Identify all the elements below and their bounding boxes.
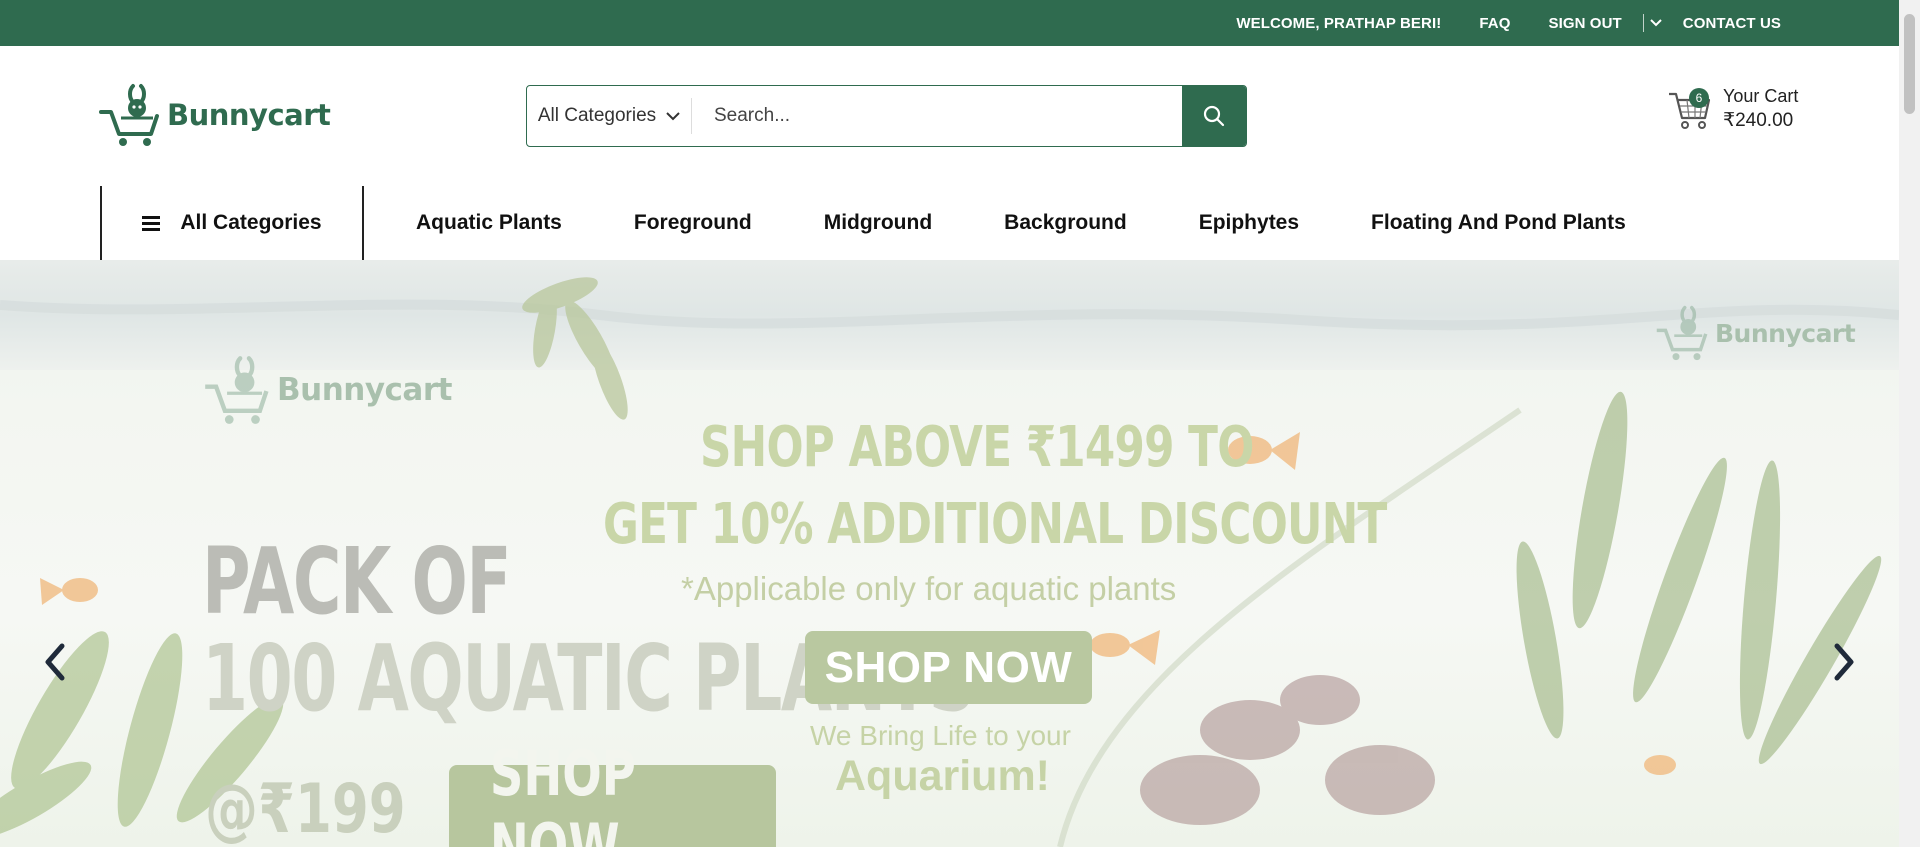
brand-name: Bunnycart	[167, 98, 331, 132]
pack-price: @₹199	[205, 770, 406, 847]
bunny-cart-logo-icon	[99, 84, 159, 146]
hero-logo-left: Bunnycart	[203, 353, 452, 427]
search-bar: All Categories	[526, 85, 1247, 147]
chevron-right-icon	[1834, 643, 1854, 681]
main-nav: All Categories Aquatic Plants Foreground…	[0, 176, 1899, 260]
nav-item-aquatic-plants[interactable]: Aquatic Plants	[388, 211, 590, 235]
shop-now-button[interactable]: SHOP NOW	[805, 631, 1092, 704]
scrollbar-thumb[interactable]	[1904, 14, 1915, 114]
search-button[interactable]	[1182, 86, 1246, 146]
hero-brand-right: Bunnycart	[1715, 318, 1856, 348]
tagline-1: We Bring Life to your	[810, 720, 1071, 751]
carousel-prev-arrow[interactable]	[35, 632, 75, 692]
hamburger-menu-icon	[142, 216, 161, 231]
promo-headline-1: SHOP ABOVE ₹1499 TO	[700, 415, 1254, 480]
cart-icon-wrap: 6	[1667, 86, 1711, 132]
cart-text: Your Cart ₹240.00	[1723, 86, 1798, 132]
promo-note: *Applicable only for aquatic plants	[681, 570, 1177, 607]
bunny-cart-logo-icon	[205, 356, 269, 424]
welcome-link[interactable]: WELCOME, PRATHAP BERI!	[1217, 15, 1460, 32]
cart-total: ₹240.00	[1723, 110, 1794, 131]
signout-link[interactable]: SIGN OUT	[1529, 15, 1640, 32]
nav-item-foreground[interactable]: Foreground	[606, 211, 780, 235]
search-icon	[1203, 105, 1225, 127]
contact-link[interactable]: CONTACT US	[1664, 15, 1800, 32]
search-input[interactable]	[692, 86, 1182, 146]
nav-item-floating-pond-plants[interactable]: Floating And Pond Plants	[1343, 211, 1654, 235]
faq-link[interactable]: FAQ	[1460, 15, 1529, 32]
category-select-label: All Categories	[537, 105, 657, 126]
category-select[interactable]: All Categories	[527, 98, 692, 134]
chevron-down-icon	[1650, 19, 1662, 27]
nav-items: Aquatic Plants Foreground Midground Back…	[388, 186, 1670, 260]
divider	[1642, 14, 1644, 32]
top-bar: WELCOME, PRATHAP BERI! FAQ SIGN OUT CONT…	[0, 0, 1899, 46]
bunny-cart-logo-icon	[1656, 305, 1708, 361]
nav-item-background[interactable]: Background	[976, 211, 1155, 235]
chevron-left-icon	[45, 643, 65, 681]
top-links: WELCOME, PRATHAP BERI! FAQ SIGN OUT CONT…	[1217, 0, 1800, 46]
header: Bunnycart All Categories 6 Your Cart ₹24…	[0, 46, 1899, 176]
cart-count-badge: 6	[1689, 88, 1709, 108]
hero-banner[interactable]: Bunnycart Bunnycart SHOP ABOVE ₹1499 TO …	[0, 260, 1899, 847]
chevron-down-icon	[666, 111, 680, 120]
nav-item-midground[interactable]: Midground	[796, 211, 960, 235]
promo-headline-2: GET 10% ADDITIONAL DISCOUNT	[603, 492, 1387, 557]
account-dropdown[interactable]	[1641, 14, 1664, 32]
hero-brand-left: Bunnycart	[277, 372, 452, 408]
all-categories-menu[interactable]: All Categories	[100, 186, 364, 260]
page-scrollbar[interactable]	[1899, 0, 1920, 847]
cart-label: Your Cart	[1723, 86, 1799, 106]
nav-item-epiphytes[interactable]: Epiphytes	[1171, 211, 1327, 235]
pack-shop-now-label: SHOP NOW	[489, 737, 636, 847]
logo[interactable]: Bunnycart	[99, 82, 331, 148]
pack-headline-1: PACK OF	[202, 528, 512, 635]
all-categories-label: All Categories	[180, 211, 322, 234]
pack-shop-now-button[interactable]: SHOP NOW	[449, 737, 776, 847]
tagline-2: Aquarium!	[835, 752, 1050, 800]
hero-logo-right: Bunnycart	[1655, 304, 1856, 362]
carousel-next-arrow[interactable]	[1824, 632, 1864, 692]
cart-button[interactable]: 6 Your Cart ₹240.00	[1667, 86, 1798, 132]
